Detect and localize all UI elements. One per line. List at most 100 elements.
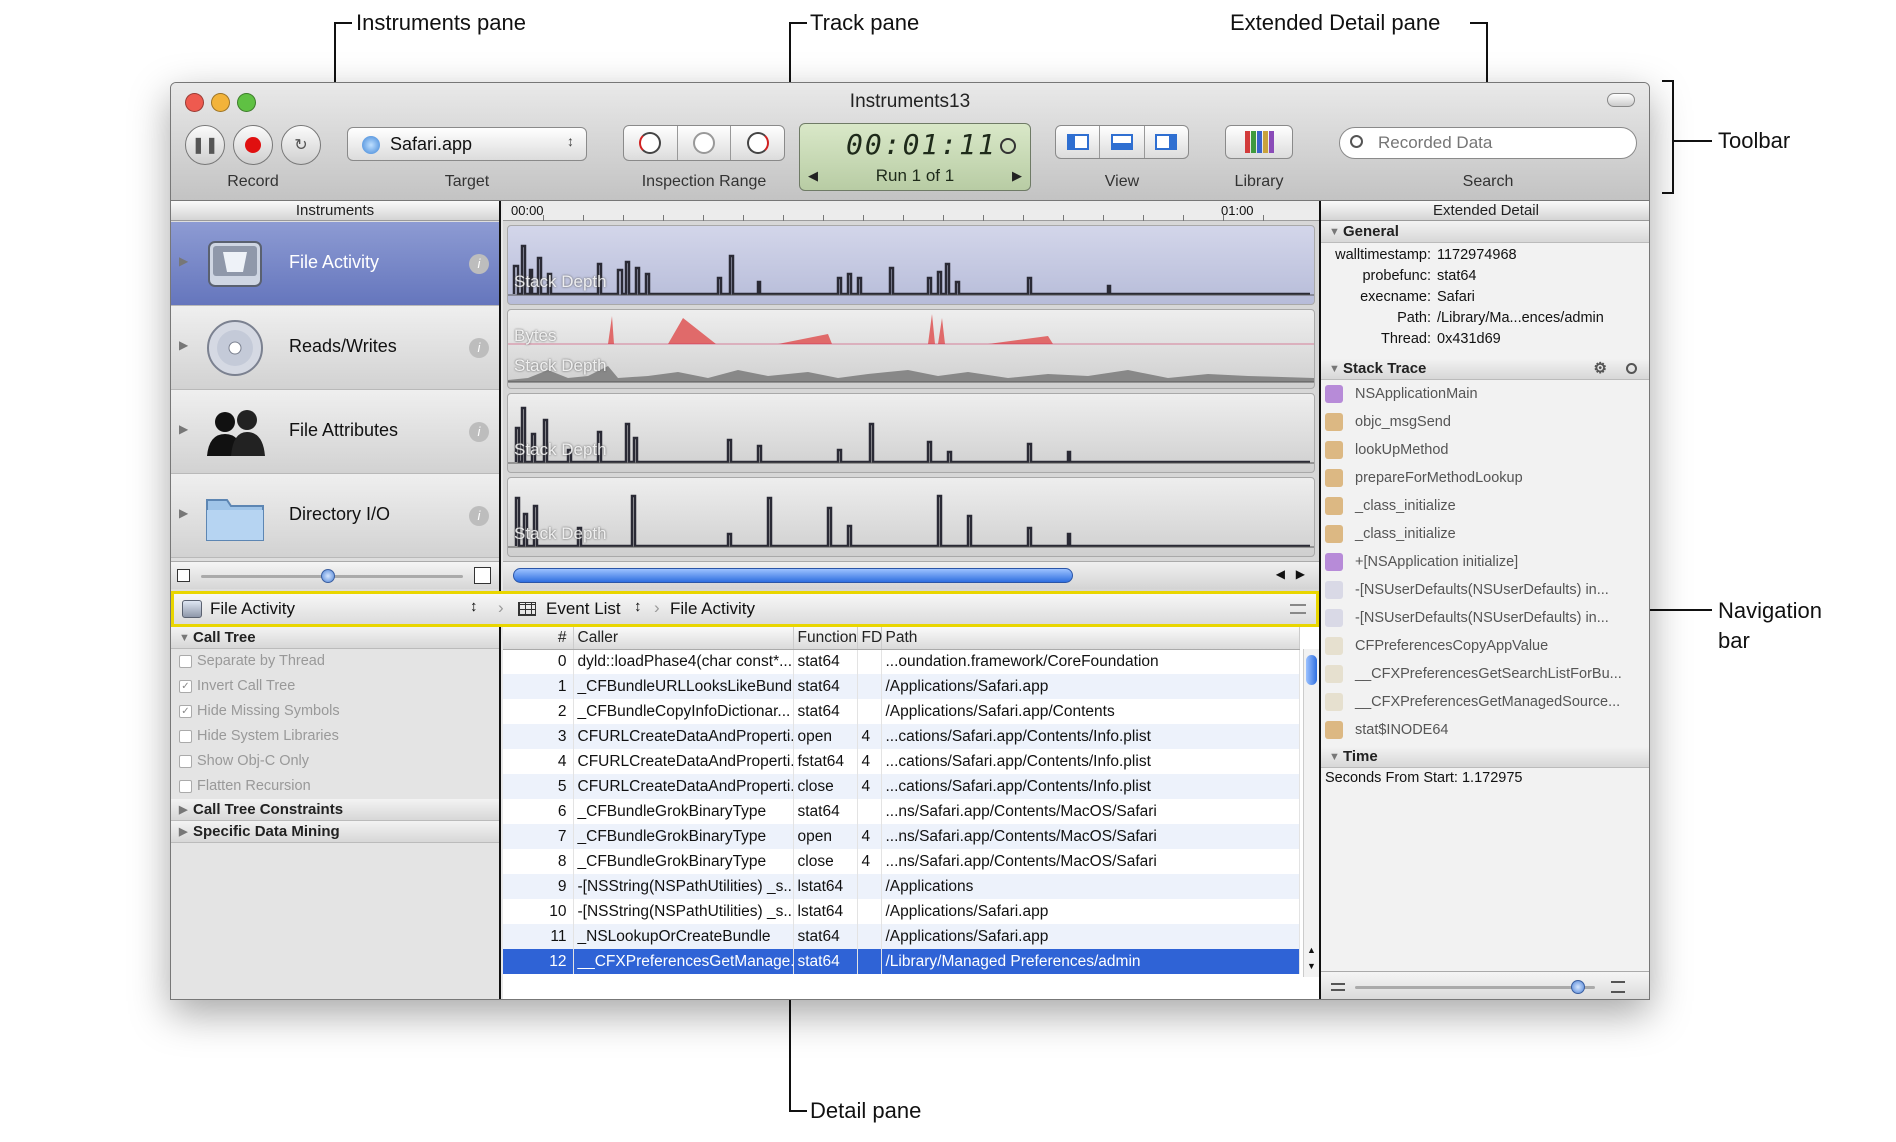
stack-frame[interactable]: NSApplicationMain: [1321, 380, 1649, 408]
next-run-icon[interactable]: ▶: [1012, 168, 1022, 184]
table-row[interactable]: 4 CFURLCreateDataAndProperti... fstat64 4..…: [503, 749, 1300, 774]
stack-frame[interactable]: CFPreferencesCopyAppValue: [1321, 632, 1649, 660]
track-file-activity[interactable]: Stack Depth: [507, 225, 1315, 305]
option-separate-by-thread[interactable]: Separate by Thread: [171, 649, 499, 674]
view-detail-button[interactable]: [1100, 126, 1145, 158]
scroll-thumb[interactable]: [1306, 655, 1317, 685]
instrument-directory-io[interactable]: ▶ Directory I/O i: [171, 474, 499, 558]
instrument-selector[interactable]: File Activity: [210, 599, 295, 619]
scroll-right-icon[interactable]: ▶: [1296, 567, 1305, 581]
record-button[interactable]: [233, 125, 273, 165]
breadcrumb-file-activity[interactable]: File Activity: [670, 599, 755, 619]
stack-frame[interactable]: __CFXPreferencesGetSearchListForBu...: [1321, 660, 1649, 688]
track-reads-writes[interactable]: Bytes Stack Depth: [507, 309, 1315, 389]
library-button[interactable]: [1225, 125, 1293, 159]
instrument-reads-writes[interactable]: ▶ Reads/Writes i: [171, 306, 499, 390]
row-height-slider[interactable]: [171, 561, 499, 589]
checkbox-checked[interactable]: ✓: [179, 705, 192, 718]
range-end-button[interactable]: [731, 126, 784, 160]
clock-mode-icon[interactable]: [1000, 138, 1016, 154]
view-selector[interactable]: Event List: [546, 599, 621, 619]
column-header-index[interactable]: #: [503, 627, 574, 650]
stack-detail-slider[interactable]: [1321, 971, 1649, 999]
disclosure-triangle-icon[interactable]: ▶: [179, 254, 188, 268]
stack-frame[interactable]: _class_initialize: [1321, 492, 1649, 520]
table-row[interactable]: 6 _CFBundleGrokBinaryType stat64 ...ns/Safa…: [503, 799, 1300, 824]
checkbox[interactable]: [179, 730, 192, 743]
loop-button[interactable]: ↻: [281, 125, 321, 165]
stack-trace-header[interactable]: ▼ Stack Trace ⚙: [1321, 358, 1649, 380]
table-row-selected[interactable]: 12 __CFXPreferencesGetManage... stat64/Lib…: [503, 949, 1300, 974]
slider-knob[interactable]: [1571, 980, 1585, 994]
info-icon[interactable]: i: [469, 338, 489, 358]
table-row[interactable]: 8 _CFBundleGrokBinaryType close 4 ...ns/Safa…: [503, 849, 1300, 874]
checkbox[interactable]: [179, 780, 192, 793]
stack-frame[interactable]: +[NSApplication initialize]: [1321, 548, 1649, 576]
track-directory-io[interactable]: Stack Depth: [507, 477, 1315, 557]
search-icon[interactable]: [1626, 363, 1637, 374]
slider-knob[interactable]: [321, 569, 335, 583]
table-row[interactable]: 11 _NSLookupOrCreateBundle stat64/Applicat…: [503, 924, 1300, 949]
timeline-ruler[interactable]: 00:00 01:00: [503, 201, 1319, 221]
checkbox[interactable]: [179, 755, 192, 768]
scroll-up-icon[interactable]: ▲: [1307, 945, 1316, 955]
table-row[interactable]: 2 _CFBundleCopyInfoDictionar... stat64/App…: [503, 699, 1300, 724]
track-file-attributes[interactable]: Stack Depth: [507, 393, 1315, 473]
call-tree-constraints-header[interactable]: ▶ Call Tree Constraints: [171, 799, 499, 821]
table-row[interactable]: 7 _CFBundleGrokBinaryType open 4 ...ns/Safar…: [503, 824, 1300, 849]
pause-button[interactable]: ❚❚: [185, 125, 225, 165]
scroll-left-icon[interactable]: ◀: [1276, 567, 1285, 581]
vertical-scrollbar[interactable]: ▲ ▼: [1303, 649, 1319, 977]
toolbar-toggle-button[interactable]: [1607, 93, 1635, 107]
time-section-header[interactable]: ▼ Time: [1321, 746, 1649, 768]
column-header-caller[interactable]: Caller: [573, 627, 794, 650]
disclosure-triangle-icon[interactable]: ▶: [179, 506, 188, 520]
stack-frame[interactable]: -[NSUserDefaults(NSUserDefaults) in...: [1321, 576, 1649, 604]
table-row[interactable]: 3 CFURLCreateDataAndProperti... open 4 ...ca…: [503, 724, 1300, 749]
option-show-objc-only[interactable]: Show Obj-C Only: [171, 749, 499, 774]
table-row[interactable]: 5 CFURLCreateDataAndProperti... close 4 ...c…: [503, 774, 1300, 799]
table-row[interactable]: 0 dyld::loadPhase4(char const*... stat64..…: [503, 649, 1300, 674]
info-icon[interactable]: i: [469, 506, 489, 526]
stack-frame[interactable]: stat$INODE64: [1321, 716, 1649, 744]
stack-frame[interactable]: __CFXPreferencesGetManagedSource...: [1321, 688, 1649, 716]
view-instruments-button[interactable]: [1056, 126, 1101, 158]
disclosure-triangle-icon[interactable]: ▶: [179, 338, 188, 352]
option-flatten-recursion[interactable]: Flatten Recursion: [171, 774, 499, 799]
instrument-file-attributes[interactable]: ▶ File Attributes i: [171, 390, 499, 474]
option-hide-system-libraries[interactable]: Hide System Libraries: [171, 724, 499, 749]
view-extended-button[interactable]: [1145, 126, 1188, 158]
table-row[interactable]: 9 -[NSString(NSPathUtilities) _s... lstat6…: [503, 874, 1300, 899]
gear-icon[interactable]: ⚙: [1594, 358, 1607, 380]
list-menu-icon[interactable]: [1290, 604, 1306, 614]
column-header-path[interactable]: Path: [881, 627, 1300, 650]
column-header-fd[interactable]: FD: [857, 627, 882, 650]
stack-frame[interactable]: prepareForMethodLookup: [1321, 464, 1649, 492]
column-header-function[interactable]: Function: [793, 627, 858, 650]
instrument-file-activity[interactable]: ▶ File Activity i: [171, 222, 499, 306]
chevron-updown-icon[interactable]: ↕: [634, 598, 642, 615]
call-tree-header[interactable]: ▼ Call Tree: [171, 627, 499, 649]
track-scrollbar[interactable]: ◀ ▶: [503, 561, 1319, 589]
range-start-button[interactable]: [624, 126, 678, 160]
disclosure-triangle-icon[interactable]: ▶: [179, 422, 188, 436]
stack-frame[interactable]: lookUpMethod: [1321, 436, 1649, 464]
search-input[interactable]: [1378, 133, 1618, 153]
option-invert-call-tree[interactable]: ✓ Invert Call Tree: [171, 674, 499, 699]
chevron-updown-icon[interactable]: ↕: [470, 598, 478, 615]
scroll-down-icon[interactable]: ▼: [1307, 961, 1316, 971]
scroll-thumb[interactable]: [513, 568, 1073, 583]
target-select[interactable]: Safari.app ↕: [347, 127, 587, 161]
info-icon[interactable]: i: [469, 254, 489, 274]
stack-frame[interactable]: objc_msgSend: [1321, 408, 1649, 436]
range-clear-button[interactable]: [678, 126, 732, 160]
general-section-header[interactable]: ▼ General: [1321, 221, 1649, 243]
checkbox-checked[interactable]: ✓: [179, 680, 192, 693]
checkbox[interactable]: [179, 655, 192, 668]
table-row[interactable]: 1 _CFBundleURLLooksLikeBund... stat64/Appl…: [503, 674, 1300, 699]
stack-frame[interactable]: _class_initialize: [1321, 520, 1649, 548]
stack-frame[interactable]: -[NSUserDefaults(NSUserDefaults) in...: [1321, 604, 1649, 632]
search-field[interactable]: [1339, 127, 1637, 159]
specific-data-mining-header[interactable]: ▶ Specific Data Mining: [171, 821, 499, 843]
info-icon[interactable]: i: [469, 422, 489, 442]
